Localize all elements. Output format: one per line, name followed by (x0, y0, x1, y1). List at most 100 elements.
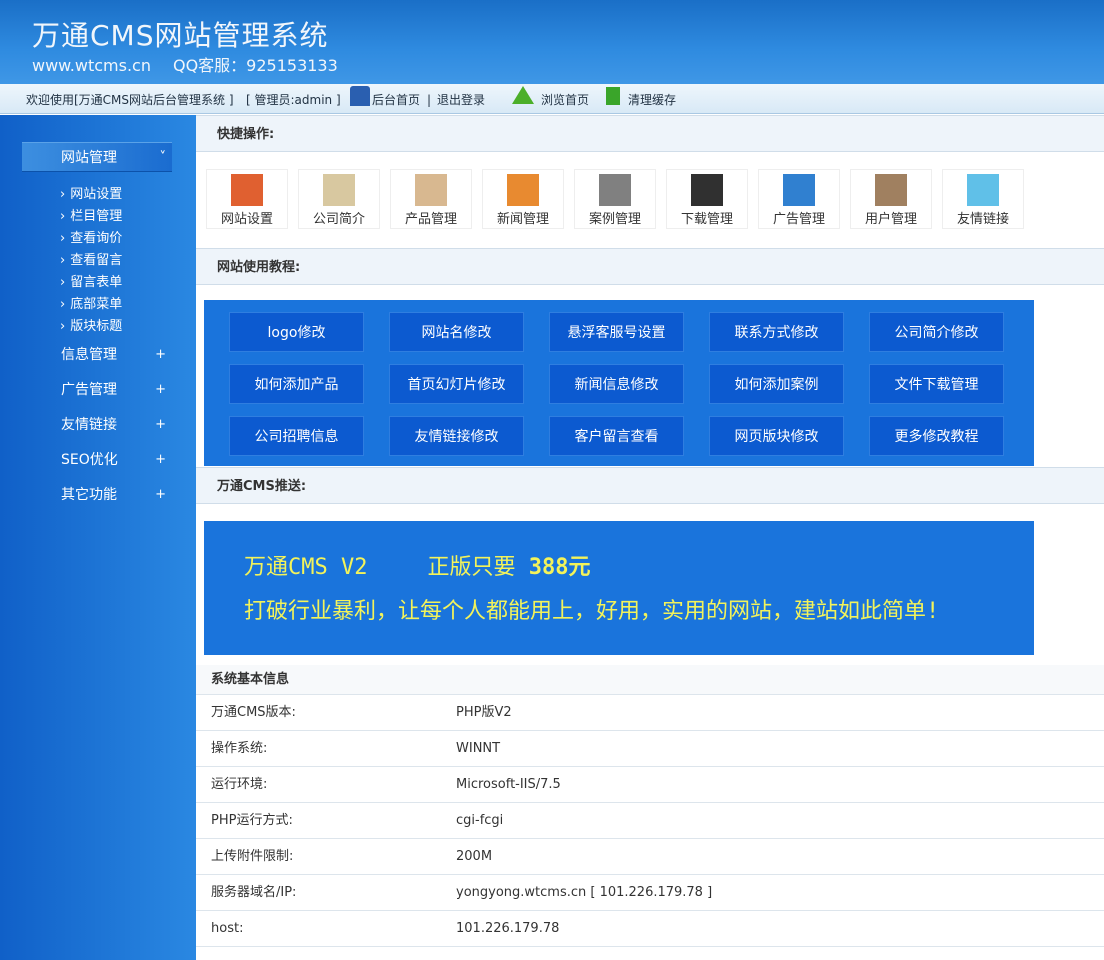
quick-action-2[interactable]: 产品管理 (390, 169, 472, 229)
quick-action-label: 用户管理 (864, 212, 917, 227)
info-row: 运行环境: Microsoft-IIS/7.5 (196, 767, 1104, 803)
tutorial-button[interactable]: 联系方式修改 (709, 312, 844, 352)
home-arrow-icon (512, 86, 534, 104)
group-label: 网站管理 (61, 150, 117, 166)
info-key: host: (211, 921, 244, 936)
tutorial-button[interactable]: 客户留言查看 (549, 416, 684, 456)
tutorial-button[interactable]: 文件下载管理 (869, 364, 1004, 404)
sidebar-group-ads[interactable]: 广告管理 + (22, 375, 172, 405)
clear-cache-link[interactable]: 清理缓存 (628, 84, 676, 116)
quick-action-label: 新闻管理 (496, 212, 549, 227)
quick-action-icon (507, 174, 539, 206)
quick-action-icon (415, 174, 447, 206)
quick-action-label: 广告管理 (772, 212, 825, 227)
main-content: 快捷操作: 网站使用教程: logo修改 网站名修改 悬浮客服号设置 联系方式修改 公司… (196, 115, 1104, 960)
sidebar-group-seo[interactable]: SEO优化 + (22, 445, 172, 475)
tutorial-button[interactable]: 公司招聘信息 (229, 416, 364, 456)
quick-action-3[interactable]: 新闻管理 (482, 169, 564, 229)
info-value: Microsoft-IIS/7.5 (456, 777, 561, 792)
info-key: PHP运行方式: (211, 813, 293, 828)
sidebar-group-links[interactable]: 友情链接 + (22, 410, 172, 440)
promo-slogan: 打破行业暴利，让每个人都能用上，好用，实用的网站，建站如此简单! (244, 599, 940, 624)
info-value: 101.226.179.78 (456, 921, 560, 936)
quick-action-8[interactable]: 友情链接 (942, 169, 1024, 229)
quick-actions-title: 快捷操作: (196, 115, 1104, 152)
info-row: host: 101.226.179.78 (196, 911, 1104, 947)
quick-action-7[interactable]: 用户管理 (850, 169, 932, 229)
tutorial-title: 网站使用教程: (196, 248, 1104, 285)
quick-action-6[interactable]: 广告管理 (758, 169, 840, 229)
sidebar-item-block-titles[interactable]: 版块标题 (60, 315, 122, 334)
site-url: www.wtcms.cn (32, 56, 151, 75)
promo-offer: 正版只要 (427, 555, 516, 580)
plus-icon: + (155, 382, 166, 397)
house-icon (350, 86, 370, 106)
trash-icon (606, 87, 620, 105)
quick-action-5[interactable]: 下载管理 (666, 169, 748, 229)
sidebar-item-messages[interactable]: 查看留言 (60, 249, 122, 268)
info-row: 上传附件限制: 200M (196, 839, 1104, 875)
group-label: 友情链接 (61, 417, 117, 433)
qq-service: QQ客服：925153133 (172, 56, 338, 75)
info-row: 万通CMS版本: PHP版V2 (196, 695, 1104, 731)
quick-action-1[interactable]: 公司简介 (298, 169, 380, 229)
tutorial-button[interactable]: 新闻信息修改 (549, 364, 684, 404)
quick-action-icon (691, 174, 723, 206)
sidebar-item-site-settings[interactable]: 网站设置 (60, 183, 122, 202)
tutorial-button[interactable]: 如何添加产品 (229, 364, 364, 404)
welcome-text: 欢迎使用[万通CMS网站后台管理系统 ] (26, 93, 234, 107)
tutorial-button[interactable]: 公司简介修改 (869, 312, 1004, 352)
info-row: 服务器域名/IP: yongyong.wtcms.cn [ 101.226.179… (196, 875, 1104, 911)
logout-link[interactable]: 退出登录 (437, 84, 485, 116)
sidebar-item-footer-menu[interactable]: 底部菜单 (60, 293, 122, 312)
info-row: PHP运行方式: cgi-fcgi (196, 803, 1104, 839)
plus-icon: + (155, 417, 166, 432)
tutorial-button[interactable]: 网站名修改 (389, 312, 524, 352)
quick-action-label: 网站设置 (220, 212, 273, 227)
quick-action-0[interactable]: 网站设置 (206, 169, 288, 229)
tutorial-button[interactable]: 如何添加案例 (709, 364, 844, 404)
group-label: 信息管理 (61, 347, 117, 363)
quick-action-icon (783, 174, 815, 206)
quick-action-icon (599, 174, 631, 206)
quick-action-icon (231, 174, 263, 206)
header: 万通CMS网站管理系统 www.wtcms.cn QQ客服：925153133 (0, 0, 1104, 84)
info-value: WINNT (456, 741, 501, 756)
quick-action-label: 案例管理 (588, 212, 641, 227)
info-value: yongyong.wtcms.cn [ 101.226.179.78 ] (456, 885, 713, 900)
chevron-down-icon: ˅ (159, 150, 167, 165)
group-label: 广告管理 (61, 382, 117, 398)
quick-action-icon (323, 174, 355, 206)
plus-icon: + (155, 487, 166, 502)
backend-home-link[interactable]: 后台首页 (372, 84, 420, 116)
promo-title: 万通CMS推送: (196, 467, 1104, 504)
browse-home-link[interactable]: 浏览首页 (541, 84, 589, 116)
sidebar-item-inquiries[interactable]: 查看询价 (60, 227, 122, 246)
sidebar-group-other[interactable]: 其它功能 + (22, 480, 172, 510)
tutorial-button[interactable]: logo修改 (229, 312, 364, 352)
sidebar-item-columns[interactable]: 栏目管理 (60, 205, 122, 224)
tutorial-button[interactable]: 更多修改教程 (869, 416, 1004, 456)
top-bar: 欢迎使用[万通CMS网站后台管理系统 ] [ 管理员:admin ] 后台首页 … (0, 84, 1104, 114)
quick-action-label: 下载管理 (680, 212, 733, 227)
app-title: 万通CMS网站管理系统 (32, 19, 329, 52)
tutorial-button[interactable]: 友情链接修改 (389, 416, 524, 456)
sidebar-group-info[interactable]: 信息管理 + (22, 340, 172, 370)
info-row: 操作系统: WINNT (196, 731, 1104, 767)
system-info-title: 系统基本信息 (196, 665, 1104, 695)
group-label: 其它功能 (61, 487, 117, 503)
separator: | (427, 93, 432, 107)
info-key: 操作系统: (211, 741, 268, 756)
info-key: 服务器域名/IP: (211, 885, 297, 900)
tutorial-button[interactable]: 网页版块修改 (709, 416, 844, 456)
sidebar-group-site[interactable]: 网站管理 ˅ (22, 142, 172, 172)
info-value: cgi-fcgi (456, 813, 504, 828)
title-text: 系统基本信息 (211, 672, 290, 687)
tutorial-button[interactable]: 悬浮客服号设置 (549, 312, 684, 352)
tutorial-button[interactable]: 首页幻灯片修改 (389, 364, 524, 404)
quick-action-4[interactable]: 案例管理 (574, 169, 656, 229)
plus-icon: + (155, 452, 166, 467)
sidebar-item-forms[interactable]: 留言表单 (60, 271, 122, 290)
promo-banner[interactable]: 万通CMS V2 正版只要 388元 打破行业暴利，让每个人都能用上，好用，实用的… (204, 521, 1034, 655)
sidebar: 网站管理 ˅ 网站设置 栏目管理 查看询价 查看留言 留言表单 底部菜单 版块标题… (0, 115, 196, 960)
